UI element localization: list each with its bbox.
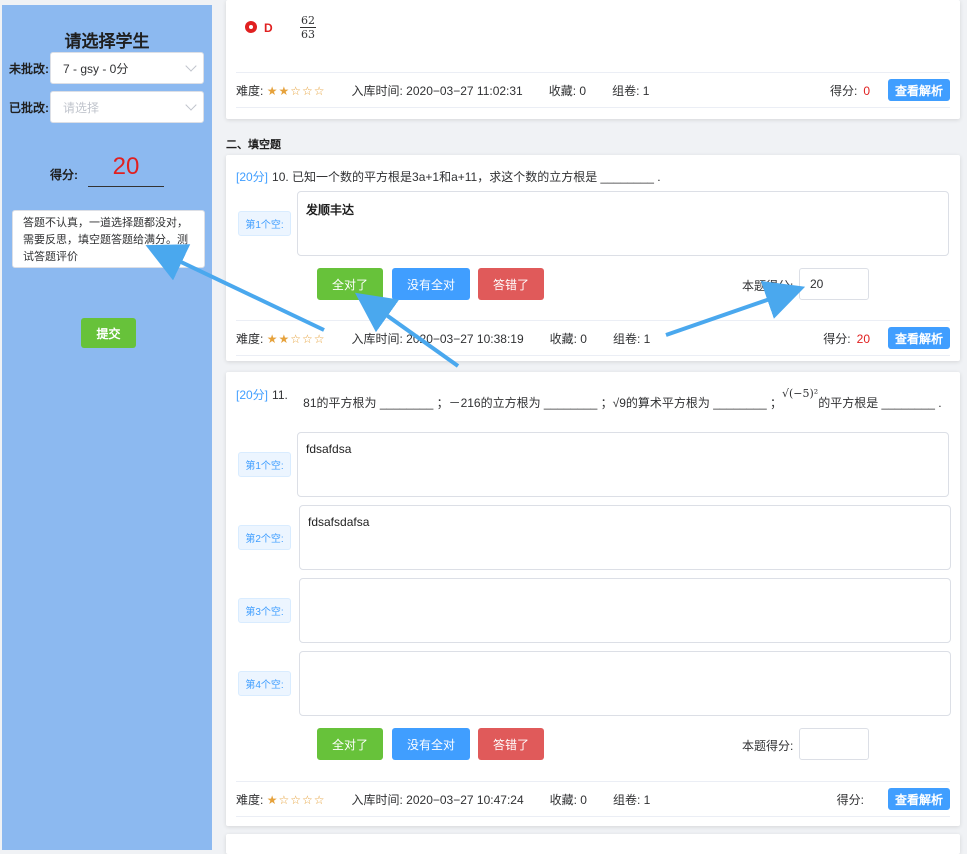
blank-answer-2[interactable]: fdsafsdafsa	[299, 505, 951, 570]
view-analysis-button[interactable]: 查看解析	[888, 327, 950, 349]
question-score-input[interactable]: 20	[799, 268, 869, 300]
blank-answer-1[interactable]: 发顺丰达	[297, 191, 949, 256]
fraction-denominator: 63	[300, 27, 316, 41]
question-score-input[interactable]	[799, 728, 869, 760]
question-meta: 难度: ★★☆☆☆ 入库时间: 2020−03−27 10:38:19 收藏: …	[236, 320, 950, 356]
option-letter: D	[264, 21, 273, 35]
star-rating-icon: ★★☆☆☆	[266, 83, 326, 98]
difficulty: 难度: ★☆☆☆☆	[236, 792, 326, 807]
blank-tag-2: 第2个空:	[238, 525, 291, 550]
option-fraction: 62 63	[300, 14, 316, 41]
blank-answer-3[interactable]	[299, 578, 951, 643]
question-card-choice: D 62 63 难度: ★★☆☆☆ 入库时间: 2020−03−27 11:02…	[226, 0, 960, 119]
blank-answer-4[interactable]	[299, 651, 951, 716]
question-meta: 难度: ★☆☆☆☆ 入库时间: 2020−03−27 10:47:24 收藏: …	[236, 781, 950, 817]
sidebar-title: 请选择学生	[64, 32, 150, 51]
blank-tag-1: 第1个空:	[238, 452, 291, 477]
ungraded-label: 未批改:	[9, 61, 49, 76]
submit-button[interactable]: 提交	[81, 318, 136, 348]
stored-time: 入库时间: 2020−03−27 10:47:24	[351, 792, 524, 807]
graded-placeholder: 请选择	[63, 100, 100, 115]
question-score: 得分: 20	[823, 331, 870, 346]
question-number: 11.	[272, 388, 288, 402]
question-points: [20分]	[236, 388, 269, 402]
view-analysis-button[interactable]: 查看解析	[888, 79, 950, 101]
radio-selected-icon	[245, 21, 257, 33]
fraction-numerator: 62	[301, 14, 315, 27]
partially-correct-button[interactable]: 没有全对	[392, 268, 470, 300]
difficulty: 难度: ★★☆☆☆	[236, 83, 326, 98]
question-score: 得分:	[836, 792, 864, 807]
compose-count: 组卷: 1	[612, 792, 651, 807]
compose-count: 组卷: 1	[612, 83, 650, 98]
question-radical: √(−5)²	[781, 387, 819, 400]
wrong-answer-button[interactable]: 答错了	[478, 268, 544, 300]
question-text: [20分] 10. 已知一个数的平方根是3a+1和a+11，求这个数的立方根是 _…	[236, 168, 661, 185]
favorites-count: 收藏: 0	[548, 83, 587, 98]
total-score-value: 20	[88, 153, 164, 187]
question-stem: 10. 已知一个数的平方根是3a+1和a+11，求这个数的立方根是 ______…	[272, 170, 661, 184]
question-stem-part3: 的平方根是 ________ .	[818, 396, 942, 410]
question-score: 得分: 0	[829, 83, 870, 98]
question-meta: 难度: ★★☆☆☆ 入库时间: 2020−03−27 11:02:31 收藏: …	[236, 72, 950, 108]
stored-time: 入库时间: 2020−03−27 11:02:31	[351, 83, 523, 98]
student-sidebar: 请选择学生 未批改: 7 - gsy - 0分 已批改: 请选择 得分: 20 …	[2, 5, 212, 850]
question-score-label: 本题得分:	[742, 279, 794, 293]
blank-tag-4: 第4个空:	[238, 671, 291, 696]
difficulty: 难度: ★★☆☆☆	[236, 331, 326, 346]
question-card-next	[226, 834, 960, 854]
stored-time: 入库时间: 2020−03−27 10:38:19	[351, 331, 524, 346]
wrong-answer-button[interactable]: 答错了	[478, 728, 544, 760]
favorites-count: 收藏: 0	[549, 792, 587, 807]
graded-select[interactable]: 请选择	[50, 91, 204, 123]
partially-correct-button[interactable]: 没有全对	[392, 728, 470, 760]
chevron-down-icon	[185, 99, 197, 111]
question-card-11: [20分] 11. 81的平方根为 ________ ；－216的立方根为 ___…	[226, 372, 960, 826]
view-analysis-button[interactable]: 查看解析	[888, 788, 950, 810]
blank-answer-1[interactable]: fdsafdsa	[297, 432, 949, 497]
graded-label: 已批改:	[9, 100, 49, 115]
compose-count: 组卷: 1	[612, 331, 651, 346]
total-score-label: 得分:	[50, 168, 78, 182]
ungraded-value: 7 - gsy - 0分	[63, 61, 129, 76]
comment-textarea[interactable]: 答题不认真，一道选择题都没对，需要反思，填空题答题给满分。测试答题评价	[12, 210, 205, 268]
question-points: [20分]	[236, 170, 269, 184]
question-text: [20分] 11. 81的平方根为 ________ ；－216的立方根为 ___…	[236, 386, 942, 410]
chevron-down-icon	[185, 60, 197, 72]
question-stem-part1: 81的平方根为 ________ ；－216的立方根为 ________ ；√9…	[303, 396, 782, 410]
blank-tag-3: 第3个空:	[238, 598, 291, 623]
section-title-fill-blank: 二、填空题	[226, 139, 281, 151]
star-rating-icon: ★☆☆☆☆	[266, 792, 326, 807]
blank-tag-1: 第1个空:	[238, 211, 291, 236]
question-card-10: [20分] 10. 已知一个数的平方根是3a+1和a+11，求这个数的立方根是 _…	[226, 155, 960, 361]
ungraded-select[interactable]: 7 - gsy - 0分	[50, 52, 204, 84]
question-score-label: 本题得分:	[742, 739, 794, 753]
favorites-count: 收藏: 0	[549, 331, 587, 346]
all-correct-button[interactable]: 全对了	[317, 728, 383, 760]
all-correct-button[interactable]: 全对了	[317, 268, 383, 300]
star-rating-icon: ★★☆☆☆	[266, 331, 326, 346]
